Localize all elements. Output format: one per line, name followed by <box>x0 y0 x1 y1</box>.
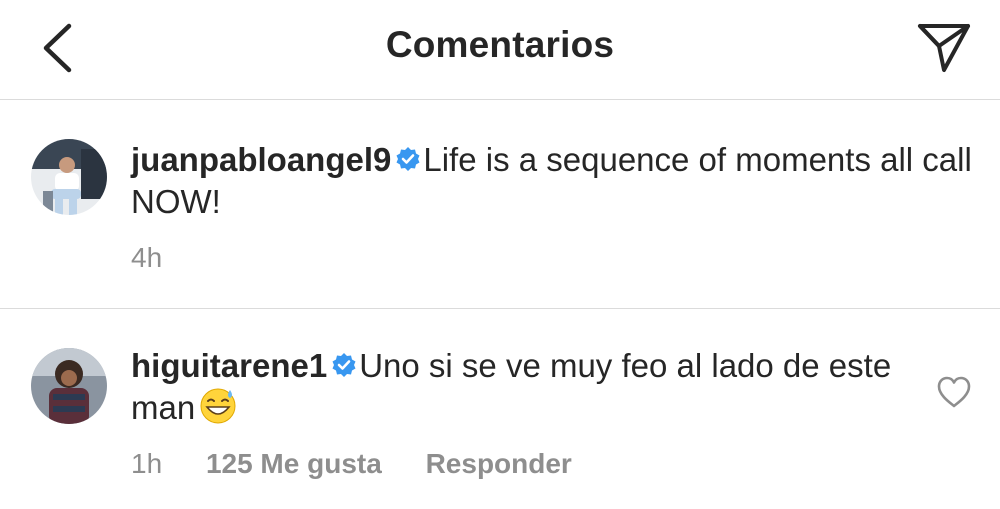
comment-username[interactable]: higuitarene1 <box>131 347 327 384</box>
likes-count[interactable]: 125 Me gusta <box>206 448 382 480</box>
share-button[interactable] <box>916 20 972 74</box>
grinning-face-with-sweat-icon <box>200 388 236 424</box>
comment-time: 1h <box>131 448 163 479</box>
verified-badge-icon <box>396 147 420 171</box>
like-button[interactable] <box>936 375 972 409</box>
caption-text-block: juanpabloangel9 Life is a sequence of mo… <box>131 139 991 223</box>
post-caption: juanpabloangel9 Life is a sequence of mo… <box>0 101 1000 309</box>
caption-username[interactable]: juanpabloangel9 <box>131 141 391 178</box>
reply-button[interactable]: Responder <box>426 448 572 480</box>
comment-text-block: higuitarene1 Uno si se ve muy feo al lad… <box>131 345 911 429</box>
avatar[interactable] <box>31 139 107 215</box>
caption-meta: 4h <box>131 242 162 274</box>
avatar[interactable] <box>31 348 107 424</box>
header-bar: Comentarios <box>0 0 1000 100</box>
page-title: Comentarios <box>385 24 615 65</box>
comment-meta: 1h 125 Me gusta Responder <box>131 448 572 480</box>
verified-badge-icon <box>332 353 356 377</box>
heart-outline-icon <box>937 376 971 408</box>
caption-time: 4h <box>131 242 163 273</box>
paper-plane-icon <box>918 24 970 72</box>
